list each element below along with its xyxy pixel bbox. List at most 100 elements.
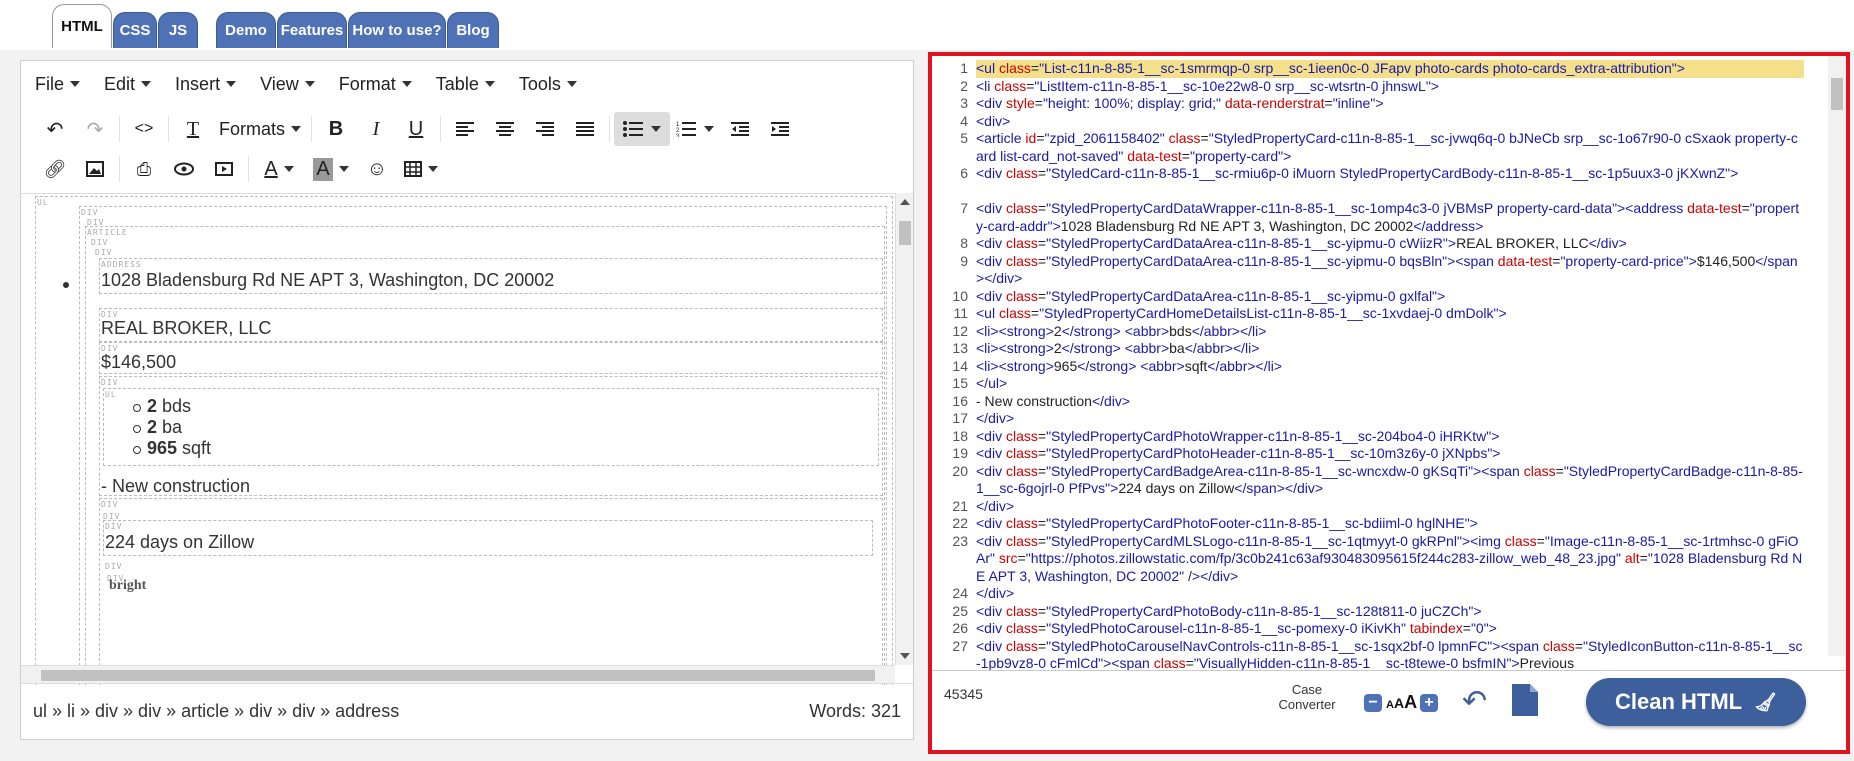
menu-view-label: View: [260, 73, 299, 94]
background-color-icon: A: [313, 157, 333, 181]
source-code-button[interactable]: <>: [124, 112, 164, 146]
code-vertical-scrollbar[interactable]: [1828, 56, 1846, 656]
insert-media-button[interactable]: [204, 152, 244, 186]
tab-features[interactable]: Features: [277, 12, 347, 48]
div-tag-label: DIV: [101, 500, 119, 509]
clean-html-label: Clean HTML: [1615, 689, 1743, 714]
html-code-panel: 1 <ul class="List-c11n-8-85-1__sc-1smrmqp…: [928, 52, 1850, 754]
increase-font-button[interactable]: +: [1420, 694, 1438, 712]
outdent-button[interactable]: [720, 112, 760, 146]
preview-button[interactable]: [164, 152, 204, 186]
line-number: 24: [952, 585, 968, 601]
chevron-down-icon: [226, 81, 237, 87]
copy-document-button[interactable]: [1512, 684, 1538, 721]
table-icon: [404, 161, 422, 177]
menu-tools[interactable]: Tools: [519, 74, 577, 95]
line-number: 9: [960, 252, 968, 269]
code-text: <div class="StyledPhotoCarousel-c11n-8-8…: [976, 620, 1497, 636]
undo-icon: ↶: [46, 118, 64, 141]
code-text: </ul>: [976, 375, 1008, 391]
scrollbar-thumb[interactable]: [41, 670, 875, 681]
menu-insert[interactable]: Insert: [175, 74, 237, 95]
tab-blog[interactable]: Blog: [447, 12, 499, 48]
bullet-list-button[interactable]: [614, 112, 671, 146]
justify-button[interactable]: [565, 112, 605, 146]
decrease-font-button[interactable]: −: [1364, 694, 1382, 712]
image-icon: [86, 161, 104, 177]
numbered-list-button[interactable]: 123: [670, 112, 720, 146]
line-number: 12: [952, 322, 968, 339]
div-tag-label: DIV: [91, 238, 109, 247]
div-tag-label: DIV: [105, 562, 123, 571]
address-tag-label: ADDRESS: [101, 260, 142, 269]
code-text: <div class="StyledPropertyCardDataWrappe…: [976, 200, 1800, 234]
baths-count: 2: [147, 417, 158, 437]
div-tag-label: DIV: [101, 378, 119, 387]
font-size-small: A: [1386, 699, 1394, 711]
text-color-button[interactable]: A: [253, 152, 305, 186]
tab-demo[interactable]: Demo: [216, 12, 276, 48]
editor-horizontal-scrollbar[interactable]: [21, 665, 895, 683]
menu-file[interactable]: File: [35, 73, 81, 95]
underline-button[interactable]: U: [396, 112, 436, 146]
tab-js[interactable]: JS: [158, 12, 198, 48]
background-color-button[interactable]: A: [305, 152, 357, 186]
clean-html-button[interactable]: Clean HTML 🧹︎: [1586, 678, 1806, 726]
case-converter-label[interactable]: Case Converter: [1272, 682, 1342, 712]
italic-button[interactable]: I: [356, 112, 396, 146]
menu-file-label: File: [35, 73, 65, 94]
menu-format[interactable]: Format: [339, 74, 412, 95]
emoticons-button[interactable]: ☺: [357, 152, 397, 186]
editor-vertical-scrollbar[interactable]: [895, 193, 913, 665]
undo-button[interactable]: ↶: [35, 112, 75, 146]
line-number: 7: [960, 200, 968, 216]
scrollbar-thumb[interactable]: [1831, 78, 1843, 110]
article-tag-label: ARTICLE: [87, 228, 128, 237]
list-bullet: [133, 425, 141, 433]
line-number: 20: [952, 462, 968, 479]
editor-content[interactable]: UL DIV DIV ARTICLE DIV DIV ADDRESS 1028 …: [21, 193, 913, 685]
minus-icon: −: [1368, 694, 1378, 711]
element-path[interactable]: ul » li » div » div » article » div » di…: [33, 701, 399, 722]
redo-button[interactable]: ↷: [75, 112, 115, 146]
scrollbar-thumb[interactable]: [899, 221, 911, 245]
indent-icon: [771, 122, 790, 136]
code-text: <ul class="StyledPropertyCardHomeDetails…: [976, 305, 1507, 321]
code-text: <div class="StyledPhotoCarouselNavContro…: [976, 637, 1803, 671]
outdent-icon: [731, 122, 750, 136]
scroll-up-icon[interactable]: [900, 199, 910, 205]
editor-statusbar: ul » li » div » div » article » div » di…: [21, 683, 913, 739]
align-center-button[interactable]: [485, 112, 525, 146]
bold-button[interactable]: B: [316, 112, 356, 146]
code-editor[interactable]: 1 <ul class="List-c11n-8-85-1__sc-1smrmqp…: [932, 56, 1846, 671]
clear-formatting-button[interactable]: T: [173, 112, 213, 146]
menu-table-label: Table: [435, 73, 479, 94]
undo-changes-button[interactable]: ↶: [1462, 684, 1487, 719]
align-right-icon: [536, 122, 555, 136]
chevron-down-icon: [141, 81, 152, 87]
tab-how-to-use[interactable]: How to use?: [348, 12, 446, 48]
indent-button[interactable]: [760, 112, 800, 146]
div-tag-label: DIV: [105, 522, 123, 531]
formats-dropdown[interactable]: Formats: [213, 112, 307, 146]
print-button[interactable]: ⎙: [124, 152, 164, 186]
scroll-down-icon[interactable]: [900, 653, 910, 659]
chevron-down-icon: [484, 81, 495, 87]
align-left-button[interactable]: [445, 112, 485, 146]
align-right-button[interactable]: [525, 112, 565, 146]
insert-image-button[interactable]: [75, 152, 115, 186]
chevron-down-icon: [291, 126, 302, 132]
editor-menubar: File Edit Insert View Format Table Tools: [21, 61, 913, 107]
list-bullet: [133, 446, 141, 454]
tab-css[interactable]: CSS: [113, 12, 157, 48]
table-button[interactable]: [397, 152, 445, 186]
ul-tag-label: UL: [105, 390, 117, 399]
code-text: <div class="StyledPropertyCardPhotoHeade…: [976, 445, 1501, 461]
menu-edit[interactable]: Edit: [104, 74, 152, 95]
menu-table[interactable]: Table: [436, 74, 495, 95]
menu-view[interactable]: View: [260, 74, 315, 95]
beds-unit: bds: [157, 396, 192, 416]
toolbar-row-1: ↶ ↷ <> T Formats B I U 123: [21, 109, 913, 149]
tab-html[interactable]: HTML: [52, 4, 112, 48]
insert-link-button[interactable]: 🔗︎: [35, 152, 75, 186]
